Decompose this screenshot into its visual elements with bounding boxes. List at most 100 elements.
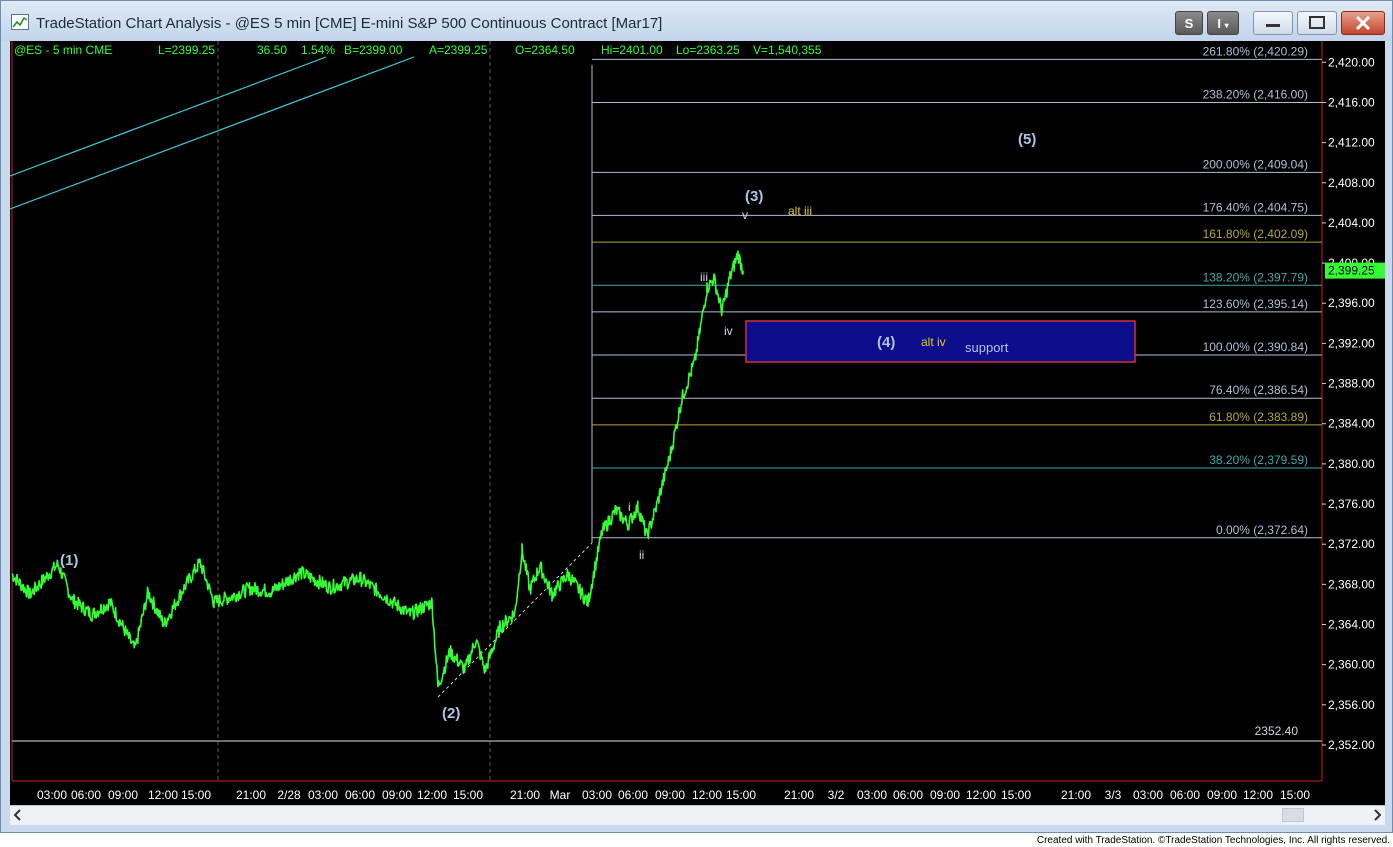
quote-bid: B=2399.00 [344,43,403,57]
time-tick-label: 15:00 [1001,788,1031,802]
fib-level-label: 261.80% (2,420.29) [1203,44,1308,58]
window-title: TradeStation Chart Analysis - @ES 5 min … [36,15,663,32]
time-tick-label: 12:00 [1243,788,1273,802]
time-tick-label: 2/28 [277,788,301,802]
chevron-down-icon: ▾ [1224,20,1229,30]
wave-label: (4) [877,334,895,351]
quote-pct: 1.54% [301,43,335,57]
time-tick-label: 09:00 [108,788,138,802]
chart-app-icon [11,14,29,30]
time-tick-label: 03:00 [308,788,338,802]
maximize-button[interactable] [1297,11,1337,35]
price-tick-label: 2,356.00 [1328,698,1375,712]
fib-level-label: 0.00% (2,372.64) [1216,523,1308,537]
time-tick-label: 15:00 [181,788,211,802]
price-tick-label: 2,384.00 [1328,417,1375,431]
time-tick-label: 03:00 [37,788,67,802]
wave-label: alt iv [921,335,946,349]
price-tick-label: 2,380.00 [1328,457,1375,471]
quote-symbol: @ES - 5 min CME [14,43,112,57]
price-tick-label: 2,364.00 [1328,618,1375,632]
time-tick-label: 03:00 [1133,788,1163,802]
time-tick-label: 15:00 [1280,788,1310,802]
time-tick-label: 06:00 [71,788,101,802]
time-tick-label: 03:00 [857,788,887,802]
support-box-label: support [965,340,1009,355]
horizontal-scrollbar[interactable] [10,805,1385,825]
price-tick-label: 2,376.00 [1328,497,1375,511]
time-tick-label: 06:00 [618,788,648,802]
price-tick-label: 2,396.00 [1328,296,1375,310]
indicator-menu-button[interactable]: I ▾ [1207,11,1239,35]
quote-high: Hi=2401.00 [601,43,663,57]
fib-level-label: 238.20% (2,416.00) [1203,87,1308,101]
time-tick-label: 09:00 [382,788,412,802]
minimize-button[interactable] [1253,11,1293,35]
time-tick-label: 21:00 [1061,788,1091,802]
time-tick-label: 21:00 [784,788,814,802]
price-tick-label: 2,372.00 [1328,537,1375,551]
time-tick-label: 06:00 [1170,788,1200,802]
time-tick-label: 09:00 [1207,788,1237,802]
wave-label: (1) [60,552,78,569]
time-tick-label: 12:00 [692,788,722,802]
fib-level-label: 61.80% (2,383.89) [1209,410,1308,424]
time-tick-label: 15:00 [453,788,483,802]
quote-ask: A=2399.25 [429,43,488,57]
title-bar[interactable]: TradeStation Chart Analysis - @ES 5 min … [1,1,1392,41]
time-tick-label: 21:00 [510,788,540,802]
fib-level-label: 123.60% (2,395.14) [1203,297,1308,311]
time-tick-label: 12:00 [417,788,447,802]
current-price-label: 2,399.25 [1328,264,1375,278]
time-tick-label: Mar [550,788,571,802]
quote-last: L=2399.25 [158,43,215,57]
wave-label: ii [639,548,644,562]
credit-line: Created with TradeStation. ©TradeStation… [1036,835,1390,846]
support-line-label: 2352.40 [1255,724,1299,738]
price-tick-label: 2,416.00 [1328,95,1375,109]
time-tick-label: 09:00 [655,788,685,802]
time-tick-label: 03:00 [582,788,612,802]
wave-label: v [742,208,748,222]
price-tick-label: 2,368.00 [1328,577,1375,591]
fib-level-label: 100.00% (2,390.84) [1203,340,1308,354]
wave-label: (3) [745,188,763,205]
quote-low: Lo=2363.25 [676,43,740,57]
quote-change: 36.50 [257,43,287,57]
fib-level-label: 161.80% (2,402.09) [1203,227,1308,241]
time-tick-label: 09:00 [930,788,960,802]
fib-level-label: 200.00% (2,409.04) [1203,157,1308,171]
strategy-button[interactable]: S [1175,11,1203,35]
price-chart[interactable]: 261.80% (2,420.29) 238.20% (2,416.00) 200.… [10,41,1385,805]
price-tick-label: 2,360.00 [1328,658,1375,672]
indicator-label: I [1217,15,1221,31]
chart-window: TradeStation Chart Analysis - @ES 5 min … [0,0,1393,833]
scroll-left-icon[interactable] [12,809,24,821]
time-tick-label: 12:00 [148,788,178,802]
quote-open: O=2364.50 [515,43,575,57]
time-tick-label: 3/2 [828,788,845,802]
price-tick-label: 2,412.00 [1328,136,1375,150]
scroll-thumb[interactable] [1282,808,1304,822]
maximize-icon [1309,16,1325,29]
price-tick-label: 2,392.00 [1328,336,1375,350]
price-tick-label: 2,420.00 [1328,55,1375,69]
close-icon [1355,15,1371,31]
time-tick-label: 3/3 [1105,788,1122,802]
time-tick-label: 06:00 [345,788,375,802]
minimize-icon [1266,24,1280,27]
wave-label: i [628,500,631,514]
time-tick-label: 21:00 [236,788,266,802]
price-tick-label: 2,352.00 [1328,738,1375,752]
wave-label: (5) [1018,131,1036,148]
price-tick-label: 2,408.00 [1328,176,1375,190]
time-tick-label: 15:00 [726,788,756,802]
price-tick-label: 2,388.00 [1328,377,1375,391]
price-tick-label: 2,404.00 [1328,216,1375,230]
close-button[interactable] [1341,11,1385,35]
scroll-right-icon[interactable] [1371,809,1383,821]
quote-volume: V=1,540,355 [753,43,822,57]
fib-level-label: 176.40% (2,404.75) [1203,200,1308,214]
time-tick-label: 12:00 [966,788,996,802]
fib-level-label: 138.20% (2,397.79) [1203,270,1308,284]
